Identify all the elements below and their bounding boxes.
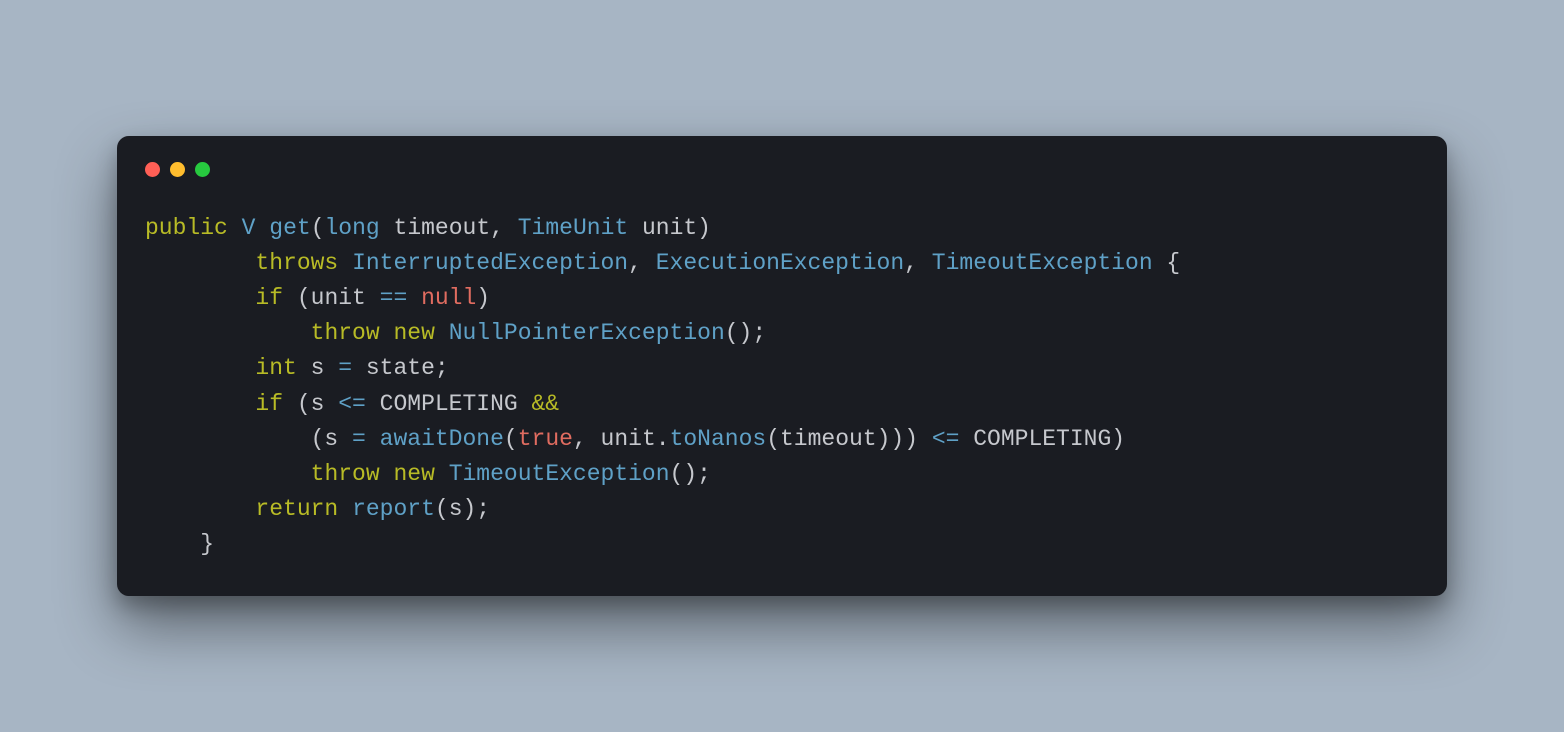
code-token: { xyxy=(1153,250,1181,276)
code-token xyxy=(435,461,449,487)
code-line: return report(s); xyxy=(145,496,490,522)
code-token xyxy=(145,461,311,487)
code-token: throws xyxy=(255,250,338,276)
code-token: == xyxy=(380,285,408,311)
code-token: <= xyxy=(338,391,366,417)
code-token: NullPointerException xyxy=(449,320,725,346)
code-token xyxy=(145,320,311,346)
code-token xyxy=(338,496,352,522)
code-line: public V get(long timeout, TimeUnit unit… xyxy=(145,215,711,241)
code-token: COMPLETING xyxy=(366,391,532,417)
code-token: } xyxy=(145,531,214,557)
code-token: null xyxy=(421,285,476,311)
code-token: unit) xyxy=(628,215,711,241)
close-icon[interactable] xyxy=(145,162,160,177)
code-line: int s = state; xyxy=(145,355,449,381)
maximize-icon[interactable] xyxy=(195,162,210,177)
code-token: V xyxy=(242,215,256,241)
code-line: (s = awaitDone(true, unit.toNanos(timeou… xyxy=(145,426,1125,452)
code-token xyxy=(145,391,255,417)
code-token: state; xyxy=(352,355,449,381)
code-line: throws InterruptedException, ExecutionEx… xyxy=(145,250,1180,276)
code-token: int xyxy=(255,355,296,381)
code-line: if (s <= COMPLETING && xyxy=(145,391,559,417)
code-token: (s xyxy=(283,391,338,417)
code-token: throw xyxy=(311,461,380,487)
code-token: TimeoutException xyxy=(449,461,670,487)
code-token: awaitDone xyxy=(380,426,504,452)
code-token: report xyxy=(352,496,435,522)
code-token: new xyxy=(393,320,434,346)
code-token xyxy=(380,461,394,487)
code-token: <= xyxy=(932,426,960,452)
code-line: throw new NullPointerException(); xyxy=(145,320,766,346)
window-controls xyxy=(145,162,1419,177)
code-token: return xyxy=(255,496,338,522)
code-token: InterruptedException xyxy=(352,250,628,276)
code-token xyxy=(338,250,352,276)
code-block: public V get(long timeout, TimeUnit unit… xyxy=(145,211,1419,563)
code-token: s xyxy=(297,355,338,381)
code-token: TimeoutException xyxy=(932,250,1153,276)
code-token: COMPLETING) xyxy=(959,426,1125,452)
code-token: (s xyxy=(145,426,352,452)
code-token: (unit xyxy=(283,285,380,311)
code-token: && xyxy=(532,391,560,417)
code-token: ( xyxy=(504,426,518,452)
code-token xyxy=(228,215,242,241)
code-token xyxy=(145,250,255,276)
minimize-icon[interactable] xyxy=(170,162,185,177)
code-token: , xyxy=(628,250,656,276)
code-token: throw xyxy=(311,320,380,346)
code-token: , unit. xyxy=(573,426,670,452)
code-token: if xyxy=(255,391,283,417)
code-line: if (unit == null) xyxy=(145,285,490,311)
code-line: } xyxy=(145,531,214,557)
code-token: = xyxy=(338,355,352,381)
code-token: ExecutionException xyxy=(656,250,904,276)
code-token: ) xyxy=(476,285,490,311)
code-token: (); xyxy=(670,461,711,487)
editor-window: public V get(long timeout, TimeUnit unit… xyxy=(117,136,1447,597)
code-token: true xyxy=(518,426,573,452)
code-token: (); xyxy=(725,320,766,346)
code-token: , xyxy=(904,250,932,276)
code-token: get xyxy=(269,215,310,241)
code-token xyxy=(380,320,394,346)
code-token: new xyxy=(393,461,434,487)
code-token: TimeUnit xyxy=(518,215,628,241)
code-token: (timeout))) xyxy=(766,426,932,452)
code-token xyxy=(255,215,269,241)
code-token: ( xyxy=(311,215,325,241)
code-token xyxy=(435,320,449,346)
code-token: (s); xyxy=(435,496,490,522)
code-token xyxy=(145,285,255,311)
code-token: long xyxy=(325,215,380,241)
code-token xyxy=(145,496,255,522)
code-line: throw new TimeoutException(); xyxy=(145,461,711,487)
code-token: timeout, xyxy=(380,215,518,241)
stage: public V get(long timeout, TimeUnit unit… xyxy=(0,0,1564,732)
code-token: if xyxy=(255,285,283,311)
code-token: public xyxy=(145,215,228,241)
code-token xyxy=(145,355,255,381)
code-token: = xyxy=(352,426,366,452)
code-token xyxy=(366,426,380,452)
code-token xyxy=(407,285,421,311)
code-token: toNanos xyxy=(670,426,767,452)
